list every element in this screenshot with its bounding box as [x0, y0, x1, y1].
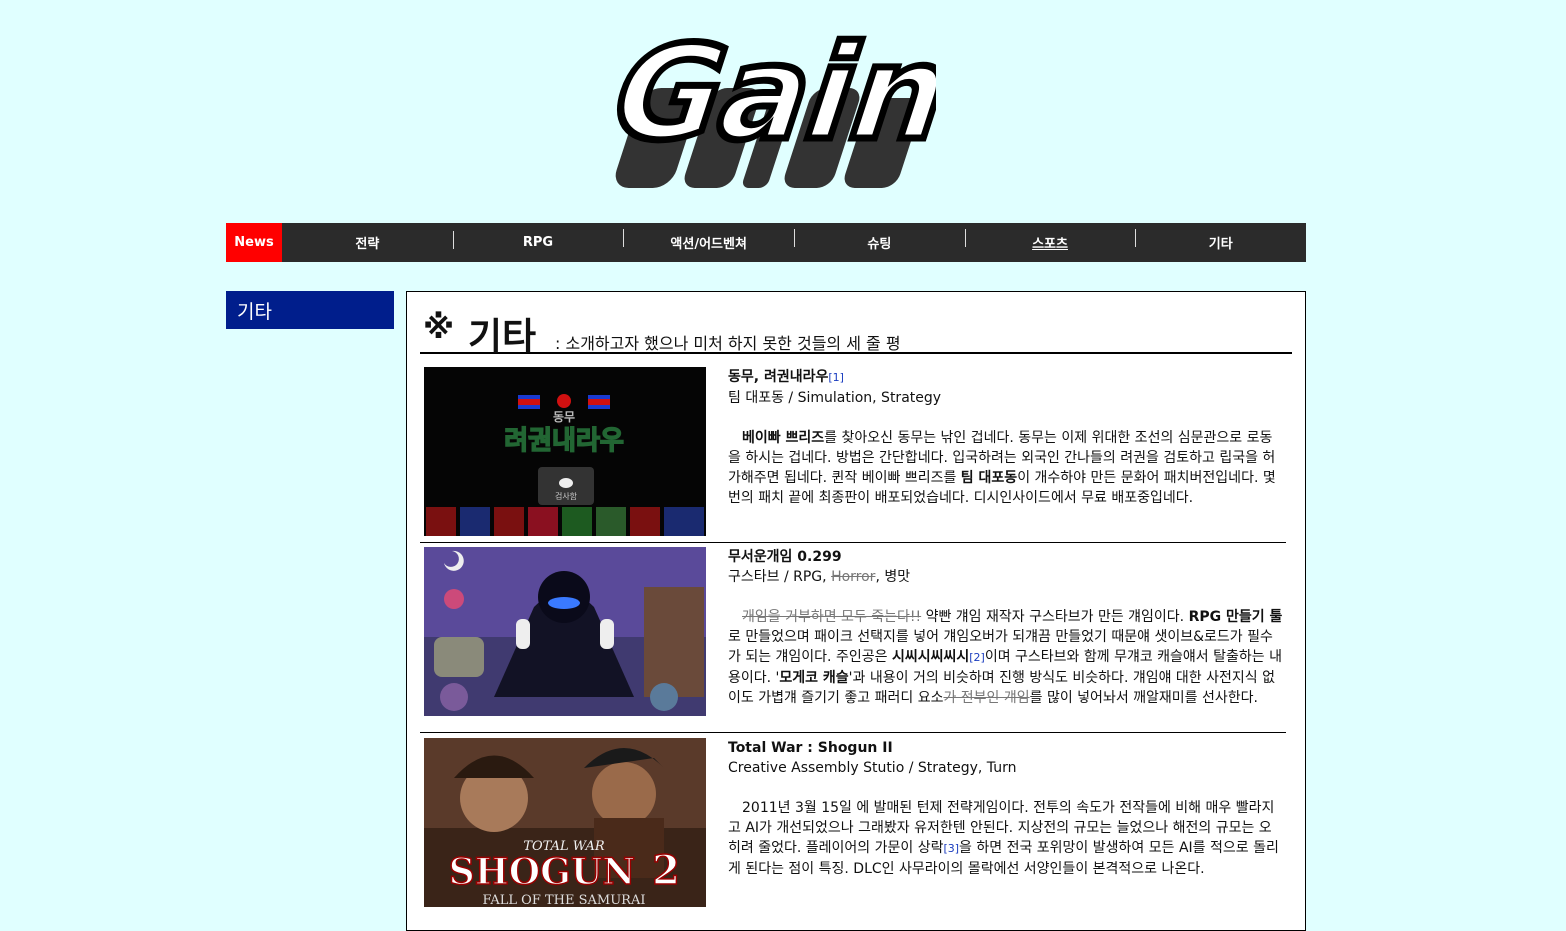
nav-item-etc[interactable]: 기타 — [1135, 229, 1306, 252]
game-review: 베이빠 쁘리즈를 찾아오신 동무는 낚인 겁네다. 동무는 이제 위대한 조선의… — [728, 428, 1284, 508]
game-thumbnail[interactable]: 동무 려권내라우 검사함 — [424, 367, 706, 536]
meta-strike: Horror — [831, 569, 876, 585]
page-subtitle: : 소개하고자 했으나 미처 하지 못한 것들의 세 줄 평 — [555, 334, 901, 353]
game-meta: Creative Assembly Stutio / Strategy, Tur… — [728, 760, 1017, 776]
game-title[interactable]: 동무, 려권내라우 — [728, 369, 828, 385]
game-review: 개임을 거부하면 모두 죽는다!! 약빤 걔임 재작자 구스타브가 만든 걔임이… — [728, 607, 1284, 708]
game-meta: 팀 대포동 / Simulation, Strategy — [728, 390, 942, 406]
review-text: 약빤 걔임 재작자 구스타브가 만든 걔임이다. — [921, 609, 1189, 625]
game-description: 무서운개임 0.299 구스타브 / RPG, Horror, 병맛 개임을 거… — [728, 547, 1284, 708]
thumb-title: 려권내라우 — [504, 426, 624, 456]
sidebar-category-title[interactable]: 기타 — [226, 291, 394, 329]
list-item: 동무 려권내라우 검사함 동무, 려권내라우[1] 팀 대포동 / Simula… — [420, 367, 1286, 543]
page-heading: ※ 기타 : 소개하고자 했으나 미처 하지 못한 것들의 세 줄 평 — [420, 302, 1292, 358]
nav-item-action-adventure[interactable]: 액션/어드벤쳐 — [623, 229, 794, 252]
site-logo[interactable]: Gaint — [596, 18, 936, 192]
nav-item-strategy[interactable]: 전략 — [282, 233, 453, 252]
game-meta: 구스타브 / RPG, Horror, 병맛 — [728, 567, 1284, 587]
review-text: 를 많이 넣어놔서 깨알재미를 선사한다. — [1029, 690, 1258, 706]
list-item: 무서운개임 0.299 구스타브 / RPG, Horror, 병맛 개임을 거… — [420, 547, 1286, 733]
strike-text: 개임을 거부하면 모두 죽는다!! — [742, 609, 922, 625]
game-thumbnail[interactable]: TOTAL WAR SHOGUN 2 FALL OF THE SAMURAI — [424, 738, 706, 907]
meta-text: 구스타브 / RPG, — [728, 569, 832, 585]
thumb-text-3: 2 — [652, 847, 680, 894]
strike-text: 가 전부인 걔임 — [943, 690, 1030, 706]
list-item: TOTAL WAR SHOGUN 2 FALL OF THE SAMURAI T… — [420, 738, 1286, 928]
nav-item-label: 기타 — [1208, 237, 1233, 252]
footnote-link[interactable]: [1] — [828, 371, 844, 384]
main-nav: News 전략 RPG 액션/어드벤쳐 슈팅 스포츠 기타 — [226, 223, 1306, 262]
nav-item-label: 슈팅 — [867, 237, 892, 252]
game-review: 2011년 3월 15일 에 발매된 턴제 전략게임이다. 전투의 속도가 전작… — [728, 798, 1284, 879]
game-description: 동무, 려권내라우[1] 팀 대포동 / Simulation, Strateg… — [728, 367, 1284, 508]
nav-item-label: 액션/어드벤쳐 — [670, 237, 747, 252]
footnote-link[interactable]: [3] — [943, 842, 959, 855]
game-thumbnail[interactable] — [424, 547, 706, 716]
nav-item-label: 스포츠 — [1032, 237, 1068, 252]
thumb-text-2: SHOGUN — [449, 851, 635, 893]
bold-term: 시씨시씨씨시 — [891, 649, 970, 665]
page-title: 기타 — [468, 315, 537, 358]
game-description: Total War : Shogun II Creative Assembly … — [728, 738, 1284, 879]
nav-item-label: RPG — [522, 235, 554, 250]
nav-item-sports[interactable]: 스포츠 — [964, 229, 1136, 252]
game-title[interactable]: Total War : Shogun II — [728, 738, 1284, 758]
thumb-title-small: 동무 — [553, 410, 575, 424]
bold-term: RPG 만들기 툴 — [1188, 609, 1283, 625]
game-title[interactable]: 무서운개임 0.299 — [728, 547, 1284, 567]
nav-item-label: 전략 — [355, 237, 380, 252]
logo-letters: Gaint — [596, 18, 936, 169]
footnote-link[interactable]: [2] — [969, 651, 985, 664]
thumb-text-4: FALL OF THE SAMURAI — [483, 893, 646, 907]
nav-item-rpg[interactable]: RPG — [452, 231, 624, 250]
nav-item-shooting[interactable]: 슈팅 — [794, 229, 965, 252]
meta-text: , 병맛 — [875, 569, 911, 585]
bold-term: 모게코 캐슬 — [779, 670, 849, 686]
thumb-button: 검사함 — [555, 491, 578, 501]
bold-term: 베이빠 쁘리즈 — [742, 430, 825, 446]
content-panel: ※ 기타 : 소개하고자 했으나 미처 하지 못한 것들의 세 줄 평 동무 려… — [406, 291, 1306, 931]
nav-news[interactable]: News — [226, 223, 282, 262]
reference-mark: ※ — [423, 308, 455, 346]
bold-term: 팀 대포동 — [960, 470, 1018, 486]
